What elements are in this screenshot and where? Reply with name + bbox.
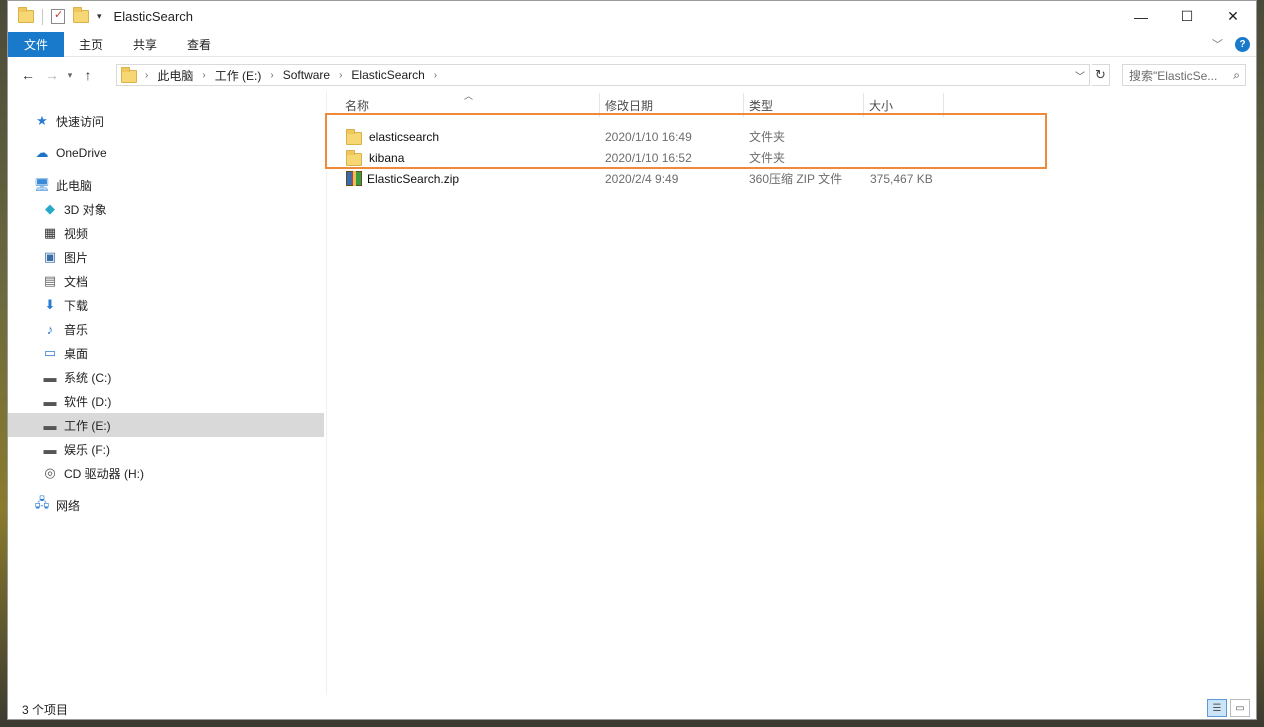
properties-icon[interactable]: [51, 8, 65, 24]
music-note-icon: ♪: [46, 321, 54, 337]
minimize-button[interactable]: —: [1118, 1, 1164, 32]
file-size: 375,467 KB: [870, 171, 933, 186]
title-bar: ▾ ElasticSearch — ☐ ✕: [8, 1, 1256, 32]
up-icon[interactable]: ↑: [76, 67, 100, 83]
status-bar: 3 个项目 ☰ ▭: [8, 697, 1256, 719]
item-count: 3 个项目: [22, 702, 69, 717]
column-header-name[interactable]: 名称: [340, 93, 600, 117]
nav-music[interactable]: ♪ 音乐: [8, 317, 324, 341]
column-headers: ︿ 名称 修改日期 类型 大小: [328, 91, 1256, 117]
new-folder-icon[interactable]: [73, 7, 89, 23]
nav-3d-objects[interactable]: ◆ 3D 对象: [8, 197, 324, 221]
refresh-icon[interactable]: ↻: [1092, 64, 1110, 86]
folder-icon: [346, 128, 362, 145]
drive-icon: ▬: [43, 417, 57, 433]
document-icon: ▤: [43, 273, 57, 288]
explorer-window: ▾ ElasticSearch — ☐ ✕ 文件 主页 共享 查看 ﹀ ? ← …: [7, 0, 1257, 720]
nav-drive-e[interactable]: ▬ 工作 (E:): [8, 413, 324, 437]
file-type: 文件夹: [749, 151, 786, 165]
ribbon-right: ﹀ ?: [1212, 36, 1250, 52]
column-header-size[interactable]: 大小: [864, 93, 944, 117]
file-date: 2020/2/4 9:49: [605, 171, 679, 186]
file-type: 360压缩 ZIP 文件: [749, 172, 843, 186]
breadcrumb-software[interactable]: Software ›: [283, 68, 352, 82]
window-title: ElasticSearch: [113, 9, 194, 24]
network-icon: 🖧: [34, 495, 50, 510]
view-toggle: ☰ ▭: [1207, 699, 1250, 717]
address-dropdown-icon[interactable]: ﹀: [1075, 68, 1085, 83]
customize-toolbar-icon[interactable]: ▾: [97, 11, 102, 22]
maximize-button[interactable]: ☐: [1164, 1, 1210, 32]
back-icon[interactable]: ←: [16, 67, 40, 83]
close-button[interactable]: ✕: [1210, 1, 1256, 32]
quick-access-toolbar: ▾: [18, 7, 102, 25]
cloud-icon: ☁: [35, 145, 49, 160]
file-name: kibana: [369, 150, 405, 165]
address-folder-icon: [121, 67, 137, 83]
nav-network[interactable]: 🖧 网络: [8, 493, 324, 517]
search-input[interactable]: 搜索"ElasticSe... ⌕: [1122, 64, 1246, 86]
file-row-kibana[interactable]: kibana 2020/1/10 16:52 文件夹: [328, 147, 1256, 168]
nav-this-pc[interactable]: 🖥 此电脑: [8, 173, 324, 197]
recent-locations-icon[interactable]: ▾: [64, 70, 76, 81]
tab-file[interactable]: 文件: [8, 31, 65, 57]
computer-icon: 🖥: [33, 177, 51, 192]
nav-quick-access[interactable]: ★ 快速访问: [8, 109, 324, 133]
film-icon: ▦: [43, 225, 57, 240]
system-drive-icon: ▬: [43, 369, 57, 385]
folder-icon: [18, 7, 34, 23]
breadcrumb-separator[interactable]: ›: [145, 70, 148, 81]
breadcrumb-elasticsearch[interactable]: ElasticSearch ›: [351, 68, 446, 82]
search-icon: ⌕: [1233, 68, 1240, 82]
file-row-elasticsearch[interactable]: elasticsearch 2020/1/10 16:49 文件夹: [328, 126, 1256, 147]
pane-divider[interactable]: [326, 91, 327, 695]
nav-drive-c[interactable]: ▬ 系统 (C:): [8, 365, 324, 389]
ribbon-tabs: 文件 主页 共享 查看 ﹀ ?: [8, 31, 1256, 57]
download-icon: ⬇: [44, 297, 56, 312]
help-icon[interactable]: ?: [1235, 36, 1250, 52]
nav-documents[interactable]: ▤ 文档: [8, 269, 324, 293]
window-controls: — ☐ ✕: [1118, 1, 1256, 32]
toolbar-separator: [42, 8, 43, 25]
breadcrumb-this-pc[interactable]: 此电脑 ›: [157, 67, 214, 84]
expand-ribbon-icon[interactable]: ﹀: [1212, 36, 1223, 52]
zip-archive-icon: [346, 171, 362, 186]
nav-cd-drive-h[interactable]: ◎ CD 驱动器 (H:): [8, 461, 324, 485]
drive-icon: ▬: [43, 441, 57, 457]
tab-home[interactable]: 主页: [64, 32, 118, 57]
drive-icon: ▬: [43, 393, 57, 409]
address-bar[interactable]: › 此电脑 › 工作 (E:) › Software › ElasticSearch ›…: [116, 64, 1090, 86]
nav-drive-f[interactable]: ▬ 娱乐 (F:): [8, 437, 324, 461]
nav-downloads[interactable]: ⬇ 下载: [8, 293, 324, 317]
nav-videos[interactable]: ▦ 视频: [8, 221, 324, 245]
cube-icon: ◆: [45, 201, 55, 216]
tab-share[interactable]: 共享: [118, 32, 172, 57]
column-header-date[interactable]: 修改日期: [600, 93, 744, 117]
nav-drive-d[interactable]: ▬ 软件 (D:): [8, 389, 324, 413]
forward-icon[interactable]: →: [40, 67, 64, 83]
star-icon: ★: [36, 113, 48, 128]
nav-pictures[interactable]: ▣ 图片: [8, 245, 324, 269]
file-row-elasticsearch-zip[interactable]: ElasticSearch.zip 2020/2/4 9:49 360压缩 ZI…: [328, 168, 1256, 189]
file-date: 2020/1/10 16:52: [605, 150, 692, 165]
nav-desktop[interactable]: ▭ 桌面: [8, 341, 324, 365]
large-icons-view-icon[interactable]: ▭: [1230, 699, 1250, 717]
folder-icon: [346, 149, 362, 166]
desktop-icon: ▭: [43, 345, 57, 360]
nav-onedrive[interactable]: ☁ OneDrive: [8, 141, 324, 165]
file-type: 文件夹: [749, 130, 786, 144]
address-row: ← → ▾ ↑ › 此电脑 › 工作 (E:) › Software › Elasti…: [8, 61, 1256, 89]
cd-drive-icon: ◎: [44, 465, 56, 480]
breadcrumb-drive-e[interactable]: 工作 (E:) ›: [215, 67, 283, 84]
column-header-type[interactable]: 类型: [744, 93, 864, 117]
file-date: 2020/1/10 16:49: [605, 129, 692, 144]
picture-icon: ▣: [43, 249, 57, 264]
details-view-icon[interactable]: ☰: [1207, 699, 1227, 717]
file-name: elasticsearch: [369, 129, 440, 144]
navigation-pane: ★ 快速访问 ☁ OneDrive 🖥 此电脑 ◆ 3D 对象 ▦ 视频 ▣ 图…: [8, 97, 324, 693]
file-name: ElasticSearch.zip: [367, 171, 460, 186]
tab-view[interactable]: 查看: [172, 32, 226, 57]
